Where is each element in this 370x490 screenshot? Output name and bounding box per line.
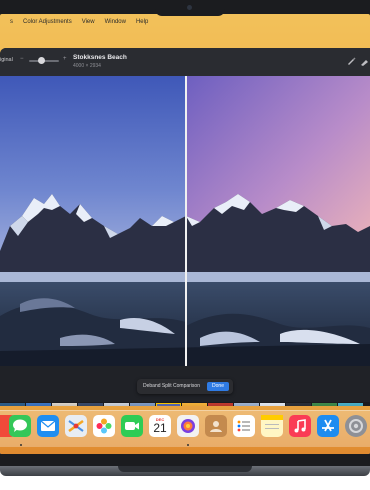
- zoom-slider-knob[interactable]: [38, 57, 45, 64]
- menu-item-partial[interactable]: s: [10, 19, 13, 25]
- display-chin: [0, 454, 370, 466]
- done-button[interactable]: Done: [207, 382, 229, 391]
- zoom-out-icon[interactable]: −: [20, 56, 24, 62]
- messages-icon[interactable]: [9, 415, 31, 437]
- brush-icon[interactable]: [346, 56, 356, 66]
- mail-icon[interactable]: [37, 415, 59, 437]
- screen: s Color Adjustments View Window Help igi…: [0, 14, 370, 454]
- menu-window[interactable]: Window: [105, 19, 126, 25]
- running-indicator: [187, 444, 189, 446]
- photo-editor-window: iginal − + Stokksnes Beach 4000 × 2934 D…: [0, 48, 370, 406]
- calendar-day: 21: [153, 421, 167, 435]
- system-settings-icon[interactable]: [345, 415, 367, 437]
- running-indicator: [20, 444, 22, 446]
- calendar-icon[interactable]: DEC 21: [149, 415, 171, 437]
- zoom-in-icon[interactable]: +: [63, 56, 67, 62]
- original-toggle[interactable]: iginal: [0, 57, 13, 63]
- menu-help[interactable]: Help: [136, 19, 148, 25]
- laptop: s Color Adjustments View Window Help igi…: [0, 0, 370, 490]
- camera-icon: [187, 5, 192, 10]
- photo-dimensions: 4000 × 2934: [73, 63, 101, 69]
- desktop-wallpaper: DEC 21: [0, 406, 370, 454]
- hud-label: Deband Split Comparison: [143, 383, 200, 389]
- maps-icon[interactable]: [65, 415, 87, 437]
- dock: DEC 21: [0, 410, 370, 447]
- laptop-hinge-cutout: [118, 466, 252, 472]
- editor-toolbar: iginal − + Stokksnes Beach 4000 × 2934: [0, 48, 370, 77]
- notes-icon[interactable]: [261, 415, 283, 437]
- deband-split-comparison-hud: Deband Split Comparison Done: [137, 379, 233, 394]
- facetime-icon[interactable]: [121, 415, 143, 437]
- reminders-icon[interactable]: [233, 415, 255, 437]
- photos-icon[interactable]: [93, 415, 115, 437]
- menu-view[interactable]: View: [82, 19, 95, 25]
- split-comparison-divider[interactable]: [185, 76, 187, 366]
- color-picker-icon[interactable]: [177, 415, 199, 437]
- photo-title: Stokksnes Beach: [73, 54, 127, 61]
- pen-icon[interactable]: [360, 56, 370, 66]
- menu-color-adjustments[interactable]: Color Adjustments: [23, 19, 72, 25]
- app-store-icon[interactable]: [317, 415, 339, 437]
- music-icon[interactable]: [289, 415, 311, 437]
- menu-bar: s Color Adjustments View Window Help: [0, 14, 370, 30]
- camera-notch: [155, 0, 225, 16]
- contacts-icon[interactable]: [205, 415, 227, 437]
